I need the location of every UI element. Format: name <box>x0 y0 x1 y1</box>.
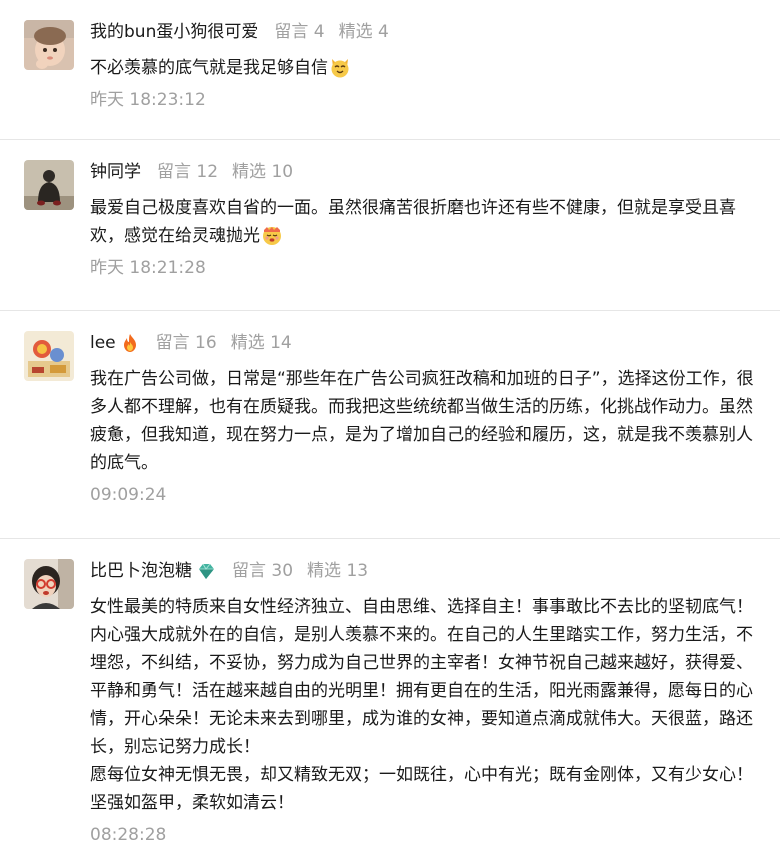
comment-content: 不必羡慕的底气就是我足够自信 <box>90 54 760 82</box>
message-count: 留言 30 <box>232 561 294 581</box>
comment-content: 最爱自己极度喜欢自省的一面。虽然很痛苦很折磨也许还有些不健康，但就是享受且喜欢，… <box>90 194 760 250</box>
comment-meta: lee 留言 16 精选 14 <box>90 331 760 355</box>
avatar[interactable] <box>24 559 74 609</box>
featured-count: 精选 14 <box>230 333 292 353</box>
gem-icon <box>196 561 216 581</box>
avatar[interactable] <box>24 20 74 70</box>
comment-list: 我的bun蛋小狗很可爱 留言 4 精选 4 不必羡慕的底气就是我足够自信 昨天 … <box>0 0 780 850</box>
nickname[interactable]: 我的bun蛋小狗很可爱 <box>90 20 258 44</box>
featured-count: 精选 13 <box>307 561 369 581</box>
cat-face-emoji <box>329 56 351 78</box>
featured-count: 精选 10 <box>232 162 294 182</box>
comment-meta: 我的bun蛋小狗很可爱 留言 4 精选 4 <box>90 20 760 44</box>
avatar[interactable] <box>24 331 74 381</box>
comment-time: 09:09:24 <box>90 485 167 505</box>
nickname[interactable]: lee <box>90 331 116 355</box>
comment-item: 我的bun蛋小狗很可爱 留言 4 精选 4 不必羡慕的底气就是我足够自信 昨天 … <box>0 0 780 140</box>
comment-time: 昨天 18:23:12 <box>90 90 206 110</box>
fire-icon <box>120 333 140 353</box>
comment-text: 最爱自己极度喜欢自省的一面。虽然很痛苦很折磨也许还有些不健康，但就是享受且喜欢，… <box>90 198 736 246</box>
comment-item: 钟同学 留言 12 精选 10 最爱自己极度喜欢自省的一面。虽然很痛苦很折磨也许… <box>0 140 780 311</box>
comment-meta: 钟同学 留言 12 精选 10 <box>90 160 760 184</box>
message-count: 留言 16 <box>155 333 217 353</box>
comment-meta: 比巴卜泡泡糖 留言 30 精选 13 <box>90 559 760 583</box>
message-count: 留言 4 <box>274 22 325 42</box>
featured-count: 精选 4 <box>338 22 389 42</box>
comment-text: 愿每位女神无惧无畏，却又精致无双；一如既往，心中有光；既有金刚体，又有少女心！坚… <box>90 765 753 813</box>
message-count: 留言 12 <box>157 162 219 182</box>
comment-text: 不必羡慕的底气就是我足够自信 <box>90 58 328 78</box>
smiling-face-emoji <box>261 224 283 246</box>
comment-time: 08:28:28 <box>90 825 167 845</box>
comment-time: 昨天 18:21:28 <box>90 258 206 278</box>
comment-text: 我在广告公司做，日常是“那些年在广告公司疯狂改稿和加班的日子”，选择这份工作，很… <box>90 369 754 473</box>
nickname[interactable]: 比巴卜泡泡糖 <box>90 559 192 583</box>
nickname[interactable]: 钟同学 <box>90 160 141 184</box>
comment-content: 女性最美的特质来自女性经济独立、自由思维、选择自主！事事敢比不去比的坚韧底气！内… <box>90 593 760 817</box>
comment-item: 比巴卜泡泡糖 留言 30 精选 13 女性最美的特质来自女性经济独立、自由思维、… <box>0 539 780 850</box>
comment-text: 女性最美的特质来自女性经济独立、自由思维、选择自主！事事敢比不去比的坚韧底气！内… <box>90 597 753 757</box>
comment-content: 我在广告公司做，日常是“那些年在广告公司疯狂改稿和加班的日子”，选择这份工作，很… <box>90 365 760 477</box>
comment-item: lee 留言 16 精选 14 我在广告公司做，日常是“那些年在广告公司疯狂改稿… <box>0 311 780 539</box>
avatar[interactable] <box>24 160 74 210</box>
